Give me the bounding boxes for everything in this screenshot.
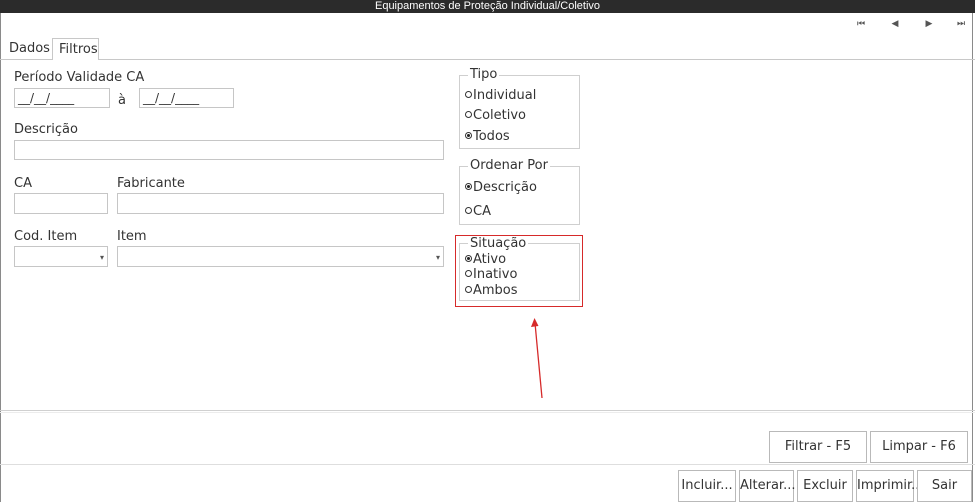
last-record-icon[interactable]: ⏭ (954, 17, 968, 31)
radio-selected-icon (465, 183, 472, 190)
next-record-icon[interactable]: ▶ (922, 17, 936, 31)
tab-filtros[interactable]: Filtros (52, 38, 99, 60)
radio-tipo-todos[interactable]: Todos (465, 129, 510, 145)
radio-selected-icon (465, 132, 472, 139)
date-separator: à (118, 93, 126, 108)
ordenar-group: Ordenar Por Descrição CA (459, 158, 580, 225)
ordenar-legend: Ordenar Por (468, 158, 550, 174)
divider (0, 410, 975, 411)
radio-label: Coletivo (473, 108, 526, 123)
radio-label: Todos (473, 129, 510, 144)
date-to-field[interactable]: __/__/____ (139, 88, 234, 108)
tipo-legend: Tipo (468, 67, 500, 83)
window-title: Equipamentos de Proteção Individual/Cole… (374, 0, 601, 12)
tab-strip-line (0, 59, 975, 60)
first-record-icon[interactable]: ⏮ (854, 17, 868, 31)
item-combo[interactable]: ▾ (117, 246, 444, 267)
item-label: Item (117, 229, 147, 244)
descricao-label: Descrição (14, 122, 78, 137)
radio-unselected-icon (465, 111, 472, 118)
filtrar-button[interactable]: Filtrar - F5 (769, 431, 867, 463)
periodo-validade-label: Período Validade CA (14, 70, 145, 85)
ca-input[interactable] (14, 193, 108, 214)
imprimir-button[interactable]: Imprimir... (856, 470, 924, 502)
cod-item-combo[interactable]: ▾ (14, 246, 108, 267)
annotation-arrow-icon (531, 318, 543, 399)
radio-unselected-icon (465, 207, 472, 214)
chevron-down-icon: ▾ (435, 253, 440, 262)
descricao-input[interactable] (14, 140, 444, 160)
tipo-group: Tipo Individual Coletivo Todos (459, 67, 580, 149)
limpar-button[interactable]: Limpar - F6 (870, 431, 968, 463)
fabricante-input[interactable] (117, 193, 444, 214)
divider (0, 412, 975, 413)
radio-label: Descrição (473, 180, 537, 195)
radio-label: CA (473, 204, 491, 219)
alterar-button[interactable]: Alterar... (739, 470, 795, 502)
tab-dados[interactable]: Dados (3, 38, 56, 59)
divider (0, 464, 975, 465)
radio-label: Individual (473, 88, 537, 103)
radio-ordenar-descricao[interactable]: Descrição (465, 180, 537, 196)
ca-label: CA (14, 176, 32, 191)
date-from-field[interactable]: __/__/____ (14, 88, 110, 108)
radio-ordenar-ca[interactable]: CA (465, 204, 491, 220)
radio-tipo-coletivo[interactable]: Coletivo (465, 108, 526, 124)
title-bar: Equipamentos de Proteção Individual/Cole… (0, 0, 975, 13)
chevron-down-icon: ▾ (99, 253, 104, 262)
fabricante-label: Fabricante (117, 176, 185, 191)
radio-unselected-icon (465, 91, 472, 98)
previous-record-icon[interactable]: ◀ (888, 17, 902, 31)
incluir-button[interactable]: Incluir... (678, 470, 736, 502)
radio-tipo-individual[interactable]: Individual (465, 88, 536, 104)
excluir-button[interactable]: Excluir (797, 470, 853, 502)
cod-item-label: Cod. Item (14, 229, 78, 244)
highlight-box (455, 235, 583, 307)
sair-button[interactable]: Sair (917, 470, 972, 502)
